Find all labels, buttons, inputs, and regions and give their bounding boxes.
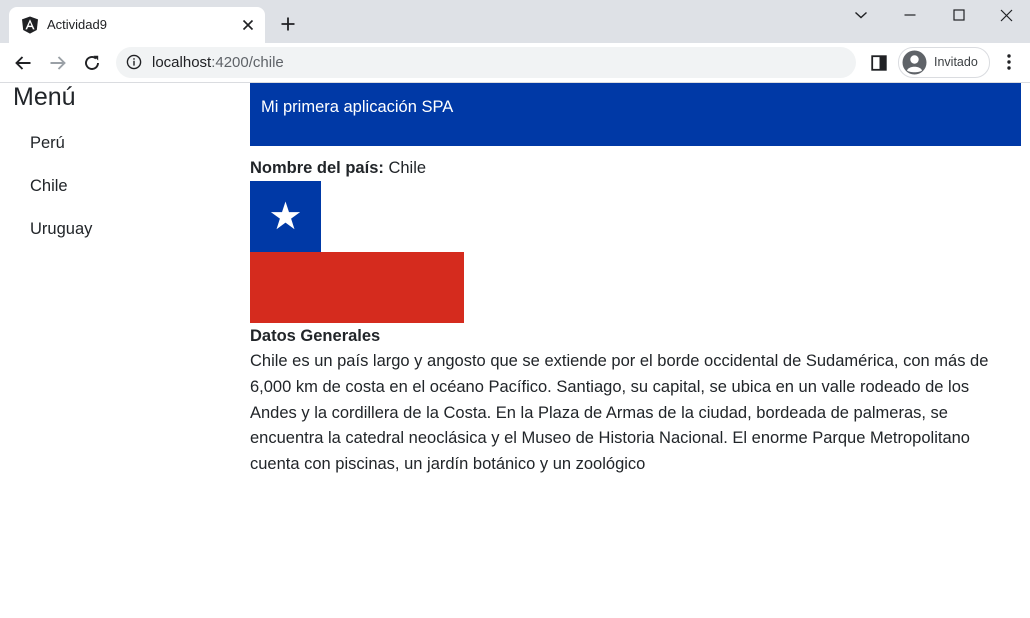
close-window-icon[interactable] — [982, 0, 1030, 30]
country-name: Chile — [388, 159, 427, 177]
menu-title: Menú — [13, 83, 76, 111]
app-header: Mi primera aplicación SPA — [250, 83, 1021, 146]
browser-tab[interactable]: Actividad9 — [9, 7, 265, 43]
menu-link-chile[interactable]: Chile — [30, 177, 68, 196]
country-name-line: Nombre del país: Chile — [250, 159, 426, 178]
country-name-label: Nombre del país: — [250, 159, 384, 177]
browser-toolbar: localhost:4200/chile Invitado — [0, 43, 1030, 83]
angular-logo-icon — [22, 16, 38, 34]
back-arrow-icon[interactable] — [10, 50, 36, 76]
tab-strip: Actividad9 — [0, 0, 1030, 43]
profile-button[interactable]: Invitado — [898, 47, 990, 78]
tab-search-chevron-icon[interactable] — [837, 0, 885, 30]
guest-avatar-icon — [902, 50, 927, 75]
forward-arrow-icon[interactable] — [45, 50, 71, 76]
url-text: localhost:4200/chile — [152, 54, 284, 71]
page-content: Menú Perú Chile Uruguay Mi primera aplic… — [0, 83, 1030, 618]
url-path: :4200/chile — [211, 54, 284, 71]
maximize-icon[interactable] — [935, 0, 983, 30]
kebab-menu-icon[interactable] — [998, 51, 1020, 73]
menu-link-uruguay[interactable]: Uruguay — [30, 220, 92, 239]
new-tab-plus-icon[interactable] — [277, 13, 299, 35]
general-data-title: Datos Generales — [250, 327, 381, 345]
site-info-icon[interactable] — [126, 54, 142, 70]
reload-icon[interactable] — [79, 50, 105, 76]
general-data-text: Chile es un país largo y angosto que se … — [250, 352, 989, 474]
side-panel-icon[interactable] — [868, 52, 890, 74]
tab-title: Actividad9 — [47, 17, 107, 32]
close-tab-icon[interactable] — [239, 16, 257, 34]
url-host: localhost — [152, 54, 212, 71]
minimize-icon[interactable] — [886, 0, 934, 30]
app-title: Mi primera aplicación SPA — [261, 98, 454, 116]
chile-flag-image — [250, 181, 464, 323]
profile-label: Invitado — [934, 55, 978, 69]
address-bar[interactable]: localhost:4200/chile — [116, 47, 856, 78]
menu-link-peru[interactable]: Perú — [30, 134, 65, 153]
